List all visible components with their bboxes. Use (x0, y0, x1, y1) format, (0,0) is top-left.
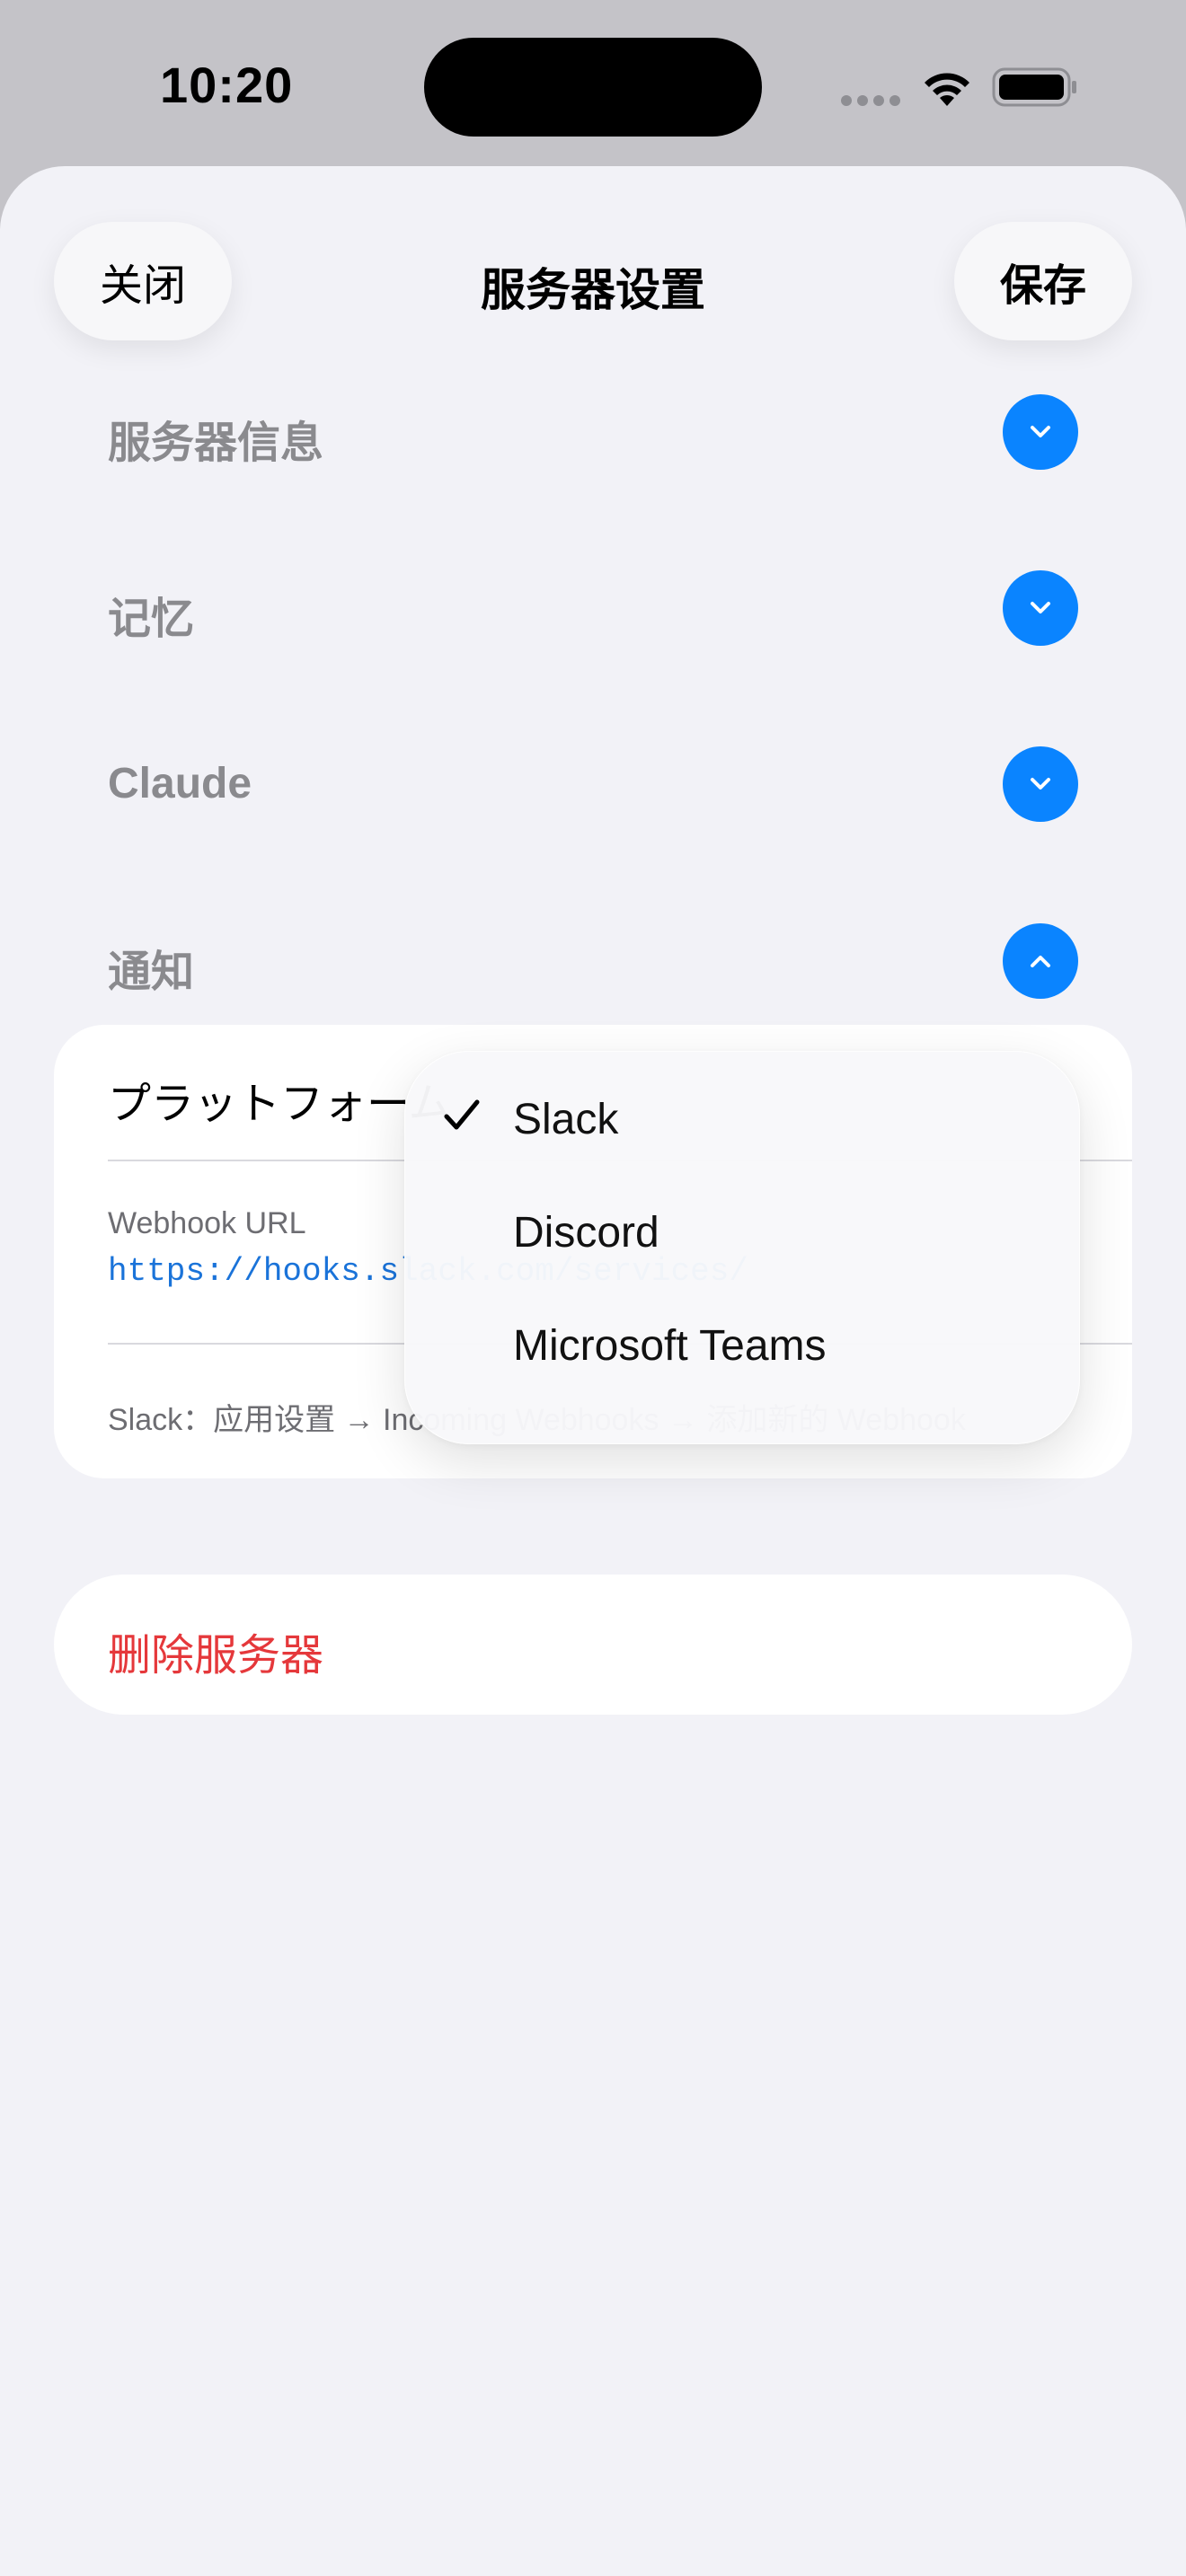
section-label: 服务器信息 (108, 419, 324, 467)
section-claude[interactable]: Claude (108, 746, 1078, 822)
checkmark-icon (444, 1099, 480, 1130)
expand-button[interactable] (1003, 394, 1078, 470)
chevron-down-icon (1031, 778, 1050, 790)
webhook-url-label: Webhook URL (108, 1206, 306, 1240)
expand-button[interactable] (1003, 746, 1078, 822)
section-label: Claude (108, 760, 252, 807)
dropdown-option-label: Microsoft Teams (513, 1322, 827, 1370)
chevron-up-icon (1031, 956, 1050, 967)
status-time: 10:20 (160, 57, 294, 113)
dropdown-option-microsoft-teams[interactable]: Microsoft Teams (405, 1300, 1079, 1413)
save-button[interactable]: 保存 (954, 222, 1132, 340)
dropdown-option-label: Discord (513, 1209, 659, 1257)
dropdown-option-discord[interactable]: Discord (405, 1187, 1079, 1300)
delete-server-label: 删除服务器 (108, 1632, 324, 1680)
dropdown-option-label: Slack (513, 1096, 619, 1143)
section-memory[interactable]: 记忆 (108, 570, 1078, 646)
delete-server-button[interactable]: 删除服务器 (54, 1575, 1132, 1715)
section-label: 通知 (108, 948, 195, 996)
section-server-info[interactable]: 服务器信息 (108, 394, 1078, 470)
section-notifications[interactable]: 通知 (108, 923, 1078, 999)
chevron-down-icon (1031, 602, 1050, 613)
collapse-button[interactable] (1003, 923, 1078, 999)
dropdown-option-slack[interactable]: Slack (405, 1073, 1079, 1187)
chevron-down-icon (1031, 426, 1050, 437)
dynamic-island (424, 38, 762, 137)
platform-dropdown-menu: Slack Discord Microsoft Teams (404, 1051, 1080, 1444)
platform-label[interactable]: プラットフォーム (108, 1068, 452, 1131)
battery-icon (992, 67, 1076, 107)
cellular-signal-icon (841, 95, 902, 106)
section-label: 记忆 (108, 595, 195, 643)
expand-button[interactable] (1003, 570, 1078, 646)
status-bar: 10:20 (0, 0, 1186, 166)
wifi-icon (925, 73, 969, 106)
